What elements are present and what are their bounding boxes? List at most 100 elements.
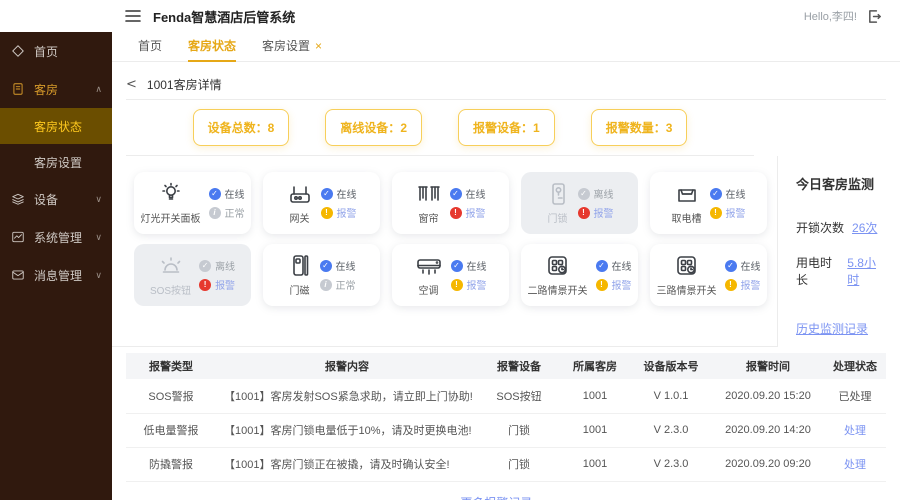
status-icon <box>709 206 722 219</box>
device-card[interactable]: 三路情景开关 在线 报警 <box>650 244 767 306</box>
status-label: 报警 <box>611 281 632 292</box>
status-icon <box>320 206 333 219</box>
top-header: Fenda智慧酒店后管系统 Hello,李四! <box>0 0 900 32</box>
ac-icon <box>415 253 443 279</box>
cell-status[interactable]: 已处理 <box>824 379 886 413</box>
device-name: 灯光开关面板 <box>140 214 201 225</box>
status-label: 报警 <box>215 281 236 292</box>
cell-alarm-device: 门锁 <box>508 425 530 437</box>
breadcrumb: < 1001客房详情 <box>126 70 886 100</box>
cell-room: 1001 <box>582 458 608 470</box>
room-icon <box>10 81 26 97</box>
app-window: Fenda智慧酒店后管系统 Hello,李四! 首页 客房 ∧ 客房状态 客房设… <box>0 0 900 500</box>
status-icon <box>208 187 221 200</box>
monitor-label: 用电时长 <box>796 256 833 287</box>
scene-switch-2-icon <box>545 253 571 279</box>
monitor-row: 开锁次数 26次 <box>796 219 884 236</box>
cell-status[interactable]: 处理 <box>824 413 886 447</box>
light-panel-icon <box>159 181 183 207</box>
device-card[interactable]: 门锁 离线 报警 <box>521 172 638 234</box>
logout-icon[interactable] <box>867 9 882 24</box>
chevron-down-icon: ∨ <box>95 269 102 280</box>
cell-alarm-content: 【1001】客房门锁电量低于10%，请及时更换电池! <box>224 425 472 437</box>
device-name: 取电槽 <box>671 214 702 225</box>
sidebar-item-devices[interactable]: 设备 ∨ <box>0 180 112 218</box>
page-title: 1001客房详情 <box>146 78 222 92</box>
device-card[interactable]: 窗帘 在线 报警 <box>392 172 509 234</box>
status-icon <box>450 259 463 272</box>
tab-home[interactable]: 首页 <box>138 32 162 62</box>
user-greeting: Hello,李四! <box>803 11 857 23</box>
status-icon <box>208 206 221 219</box>
cell-time: 2020.09.20 15:20 <box>725 389 811 402</box>
stat-badge: 报警设备：1 <box>458 109 555 146</box>
layers-icon <box>10 191 26 207</box>
cell-alarm-type: 低电量警报 <box>143 425 199 437</box>
device-name: 网关 <box>289 214 310 225</box>
chevron-down-icon: ∨ <box>95 231 102 242</box>
status-label: 在线 <box>335 262 356 273</box>
col-status: 处理状态 <box>824 353 886 379</box>
device-name: 门锁 <box>547 214 568 225</box>
cell-alarm-type: 防撬警报 <box>149 459 193 471</box>
status-icon <box>450 278 463 291</box>
status-label: 在线 <box>466 262 487 273</box>
sidebar-item-rooms[interactable]: 客房 ∧ <box>0 70 112 108</box>
sidebar-item-system[interactable]: 系统管理 ∨ <box>0 218 112 256</box>
monitor-value-link[interactable]: 5.8小时 <box>847 254 884 288</box>
history-records-link[interactable]: 历史监测记录 <box>796 320 868 337</box>
device-card[interactable]: 二路情景开关 在线 报警 <box>521 244 638 306</box>
back-arrow-icon[interactable]: < <box>126 77 137 92</box>
cell-alarm-type: SOS警报 <box>148 390 194 403</box>
sidebar-item-messages[interactable]: 消息管理 ∨ <box>0 256 112 294</box>
status-icon <box>724 278 737 291</box>
envelope-icon <box>10 267 26 283</box>
cell-status[interactable]: 处理 <box>824 447 886 481</box>
device-name: 三路情景开关 <box>656 286 717 297</box>
status-label: 正常 <box>224 209 245 220</box>
chevron-up-icon: ∧ <box>95 83 102 94</box>
status-icon <box>199 278 212 291</box>
alarm-table: 报警类型 报警内容 报警设备 所属客房 设备版本号 报警时间 处理状态 SOS警… <box>126 353 886 500</box>
stat-badge: 设备总数：8 <box>192 109 290 146</box>
status-label: 在线 <box>336 190 357 201</box>
device-card[interactable]: 取电槽 在线 报警 <box>650 172 767 234</box>
device-card[interactable]: SOS按钮 离线 报警 <box>134 244 251 306</box>
sidebar-item-room-status[interactable]: 客房状态 <box>0 108 112 144</box>
cell-time: 2020.09.20 14:20 <box>725 424 811 436</box>
col-alarm-type: 报警类型 <box>126 353 216 379</box>
device-grid: 灯光开关面板 在线 正常 网关 <box>112 156 777 347</box>
col-alarm-content: 报警内容 <box>216 353 478 379</box>
stats-row: 设备总数：8 离线设备：2 报警设备：1 报警数量：3 <box>126 100 754 156</box>
gateway-icon <box>287 181 313 207</box>
stat-badge: 报警数量：3 <box>590 109 688 146</box>
device-card[interactable]: 灯光开关面板 在线 正常 <box>134 172 251 234</box>
device-card[interactable]: 门磁 在线 正常 <box>263 244 380 306</box>
status-icon <box>319 259 332 272</box>
status-label: 在线 <box>465 190 486 201</box>
device-card[interactable]: 空调 在线 报警 <box>392 244 509 306</box>
scene-switch-3-icon <box>674 253 700 279</box>
close-tab-icon[interactable]: × <box>315 39 322 53</box>
cell-alarm-device: 门锁 <box>508 459 530 471</box>
tab-room-settings[interactable]: 客房设置 × <box>262 32 322 62</box>
sidebar-item-home[interactable]: 首页 <box>0 32 112 70</box>
device-card[interactable]: 网关 在线 报警 <box>263 172 380 234</box>
chart-icon <box>10 229 26 245</box>
status-icon <box>709 187 722 200</box>
tab-bar: 首页 客房状态 客房设置 × <box>112 32 900 62</box>
cell-alarm-content: 【1001】客房发射SOS紧急求助，请立即上门协助! <box>224 390 473 403</box>
hamburger-menu-icon[interactable] <box>125 9 141 23</box>
status-icon <box>577 206 590 219</box>
monitor-label: 开锁次数 <box>796 221 845 235</box>
monitor-value-link[interactable]: 26次 <box>852 219 877 236</box>
table-row: SOS警报 【1001】客房发射SOS紧急求助，请立即上门协助! SOS按钮 1… <box>126 379 886 413</box>
col-room: 所属客房 <box>560 353 630 379</box>
sidebar-item-room-settings[interactable]: 客房设置 <box>0 144 112 180</box>
more-alarms-link[interactable]: 更多报警记录 >> <box>126 494 884 500</box>
status-label: 报警 <box>593 209 614 220</box>
monitor-row: 用电时长 5.8小时 <box>796 254 884 288</box>
device-name: 窗帘 <box>418 214 439 225</box>
tab-room-status[interactable]: 客房状态 <box>188 32 237 62</box>
cell-room: 1001 <box>582 389 608 402</box>
